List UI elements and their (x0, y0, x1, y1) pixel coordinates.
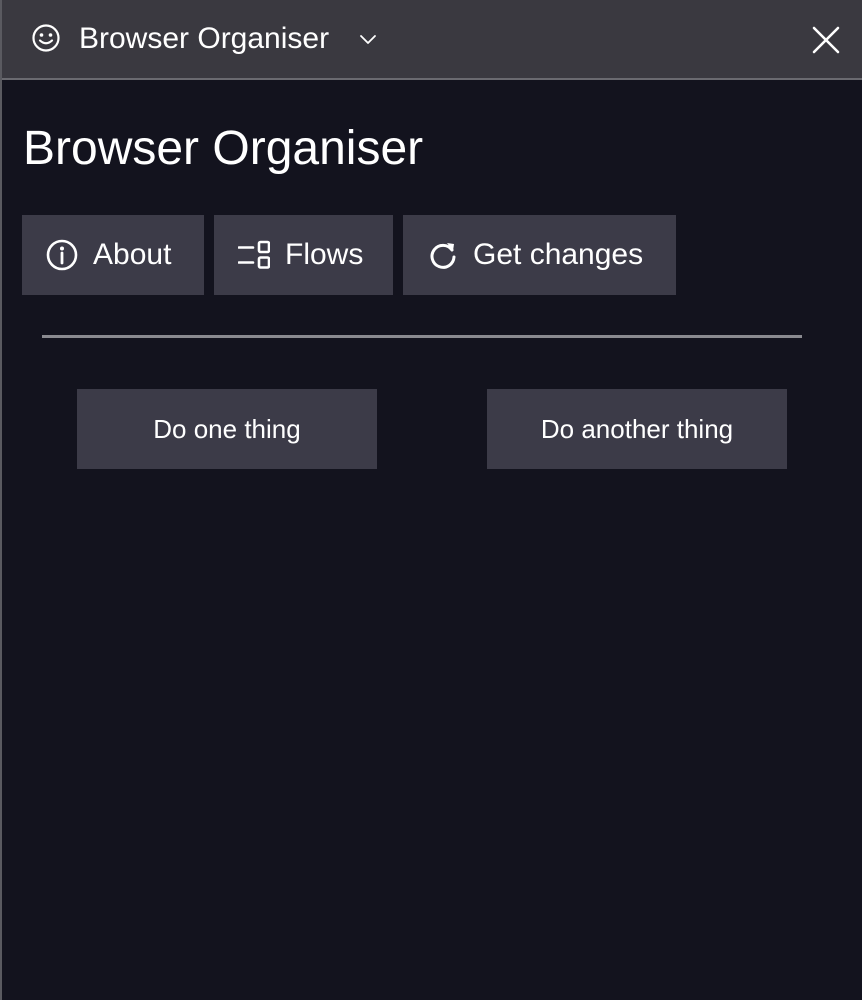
window-title[interactable]: Browser Organiser (79, 19, 329, 59)
about-button-label: About (93, 238, 172, 271)
about-button[interactable]: About (22, 215, 204, 295)
close-icon[interactable] (808, 22, 844, 58)
do-another-thing-button[interactable]: Do another thing (487, 389, 787, 469)
flows-button-label: Flows (285, 238, 364, 271)
title-bar: Browser Organiser (2, 0, 862, 80)
do-one-thing-button[interactable]: Do one thing (77, 389, 377, 469)
page-title: Browser Organiser (23, 122, 424, 175)
get-changes-button-label: Get changes (473, 238, 644, 271)
flows-button[interactable]: Flows (214, 215, 393, 295)
divider (42, 335, 802, 338)
get-changes-button[interactable]: Get changes (403, 215, 676, 295)
app-window: Browser Organiser Browser Organiser Abou… (0, 0, 862, 1000)
flows-icon (238, 240, 270, 269)
info-icon (46, 239, 78, 271)
smiley-icon (32, 24, 60, 52)
chevron-down-icon[interactable] (359, 30, 377, 48)
refresh-icon (430, 243, 456, 269)
